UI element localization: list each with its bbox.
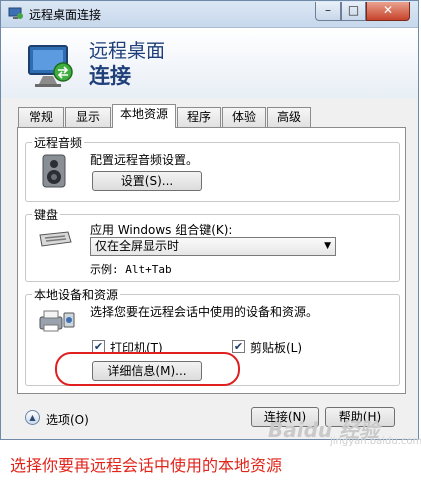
tab-experience[interactable]: 体验 — [222, 107, 266, 127]
keyboard-icon — [39, 231, 72, 247]
annotation-highlight-circle — [55, 352, 240, 386]
window-title: 远程桌面连接 — [29, 8, 102, 22]
minimize-button[interactable]: – — [315, 2, 341, 21]
baidu-watermark-url: jingyan.baidu.com — [330, 436, 421, 447]
key-combination-selected: 仅在全屏显示时 — [95, 239, 180, 253]
local-devices-group-label: 本地设备和资源 — [32, 286, 121, 303]
chevron-down-icon: ▼ — [324, 241, 331, 251]
app-title-line2: 连接 — [89, 64, 131, 88]
remote-audio-group: 远程音频 配置远程音频设置。 设置(S)... — [25, 134, 400, 202]
app-header: 远程桌面 连接 — [1, 28, 418, 98]
windows-key-combination-label: 应用 Windows 组合键(K): — [90, 223, 233, 237]
clipboard-checkbox[interactable]: ✔ — [232, 340, 245, 353]
clipboard-label: 剪贴板(L) — [250, 341, 303, 355]
tab-display[interactable]: 显示 — [65, 107, 111, 127]
close-button[interactable]: ✕ — [366, 2, 410, 21]
speaker-icon — [42, 154, 66, 188]
remote-desktop-icon — [8, 7, 23, 19]
local-devices-description: 选择您要在远程会话中使用的设备和资源。 — [90, 305, 319, 319]
keyboard-group: 键盘 应用 Windows 组合键(K): 仅在全屏显示时 ▼ 示例: Alt+… — [25, 206, 400, 282]
remote-audio-group-label: 远程音频 — [32, 134, 85, 151]
remote-desktop-logo-icon — [28, 45, 73, 87]
keyboard-example-label: 示例: Alt+Tab — [90, 263, 172, 276]
key-combination-select[interactable]: 仅在全屏显示时 ▼ — [90, 237, 336, 256]
maximize-button[interactable]: □ — [341, 2, 366, 21]
audio-settings-button[interactable]: 设置(S)... — [92, 171, 202, 191]
devices-icon — [39, 310, 75, 332]
tab-general[interactable]: 常规 — [18, 107, 64, 127]
tab-advanced[interactable]: 高级 — [267, 107, 311, 127]
app-title-line1: 远程桌面 — [89, 40, 166, 62]
chevron-up-icon[interactable]: ▲ — [25, 410, 40, 425]
title-bar[interactable]: 远程桌面连接 – □ ✕ — [1, 1, 418, 28]
annotation-caption: 选择你要再远程会话中使用的本地资源 — [10, 456, 283, 475]
options-toggle[interactable]: 选项(O) — [46, 411, 89, 428]
remote-audio-description: 配置远程音频设置。 — [90, 153, 199, 167]
keyboard-group-label: 键盘 — [32, 206, 61, 223]
tab-programs[interactable]: 程序 — [177, 107, 221, 127]
tab-local-resources[interactable]: 本地资源 — [112, 104, 176, 128]
